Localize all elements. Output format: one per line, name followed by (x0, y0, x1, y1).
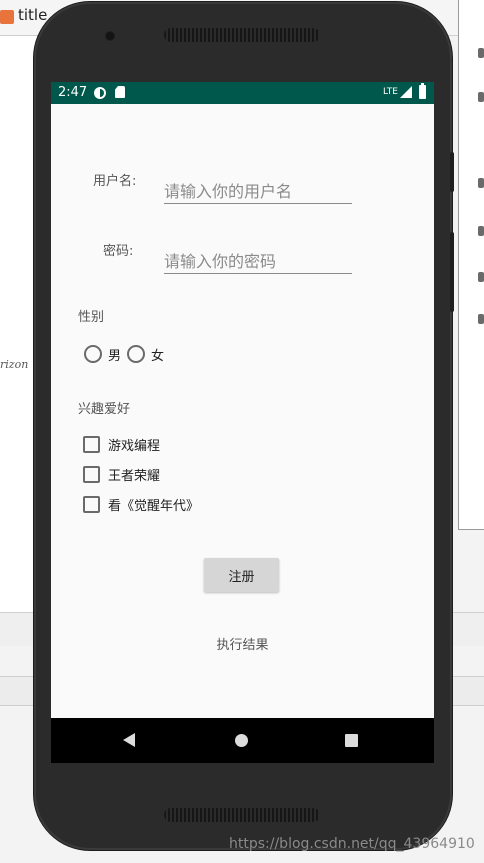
panel-icon[interactable] (478, 178, 484, 188)
password-placeholder: 请输入你的密码 (164, 252, 277, 271)
panel-icon[interactable] (478, 226, 484, 236)
bottom-speaker (164, 808, 320, 822)
desktop: title rizon 2:47 LTE 用户名: 请输入你的用户名 密码: 请… (0, 0, 484, 863)
top-speaker (164, 28, 320, 42)
gender-radio-group: 男 女 (84, 344, 170, 364)
radio-male-label[interactable]: 男 (108, 345, 121, 364)
data-saver-icon (94, 87, 106, 99)
panel-icon[interactable] (478, 314, 484, 324)
phone-screen: 2:47 LTE 用户名: 请输入你的用户名 密码: 请输入你的密码 性别 男 … (51, 82, 434, 763)
radio-female-label[interactable]: 女 (151, 345, 164, 364)
watermark: https://blog.csdn.net/qq_43964910 (229, 836, 475, 852)
register-button[interactable]: 注册 (204, 558, 279, 592)
radio-female[interactable] (127, 345, 146, 363)
home-icon[interactable] (235, 734, 248, 747)
ide-code-fragment: rizon (0, 358, 29, 371)
checkbox-box[interactable] (83, 465, 100, 483)
front-camera (106, 32, 114, 40)
checkbox-gaming-programming[interactable]: 游戏编程 (83, 435, 160, 454)
back-icon[interactable] (123, 733, 135, 747)
power-button[interactable] (450, 152, 454, 192)
signal-icon (400, 86, 412, 98)
navigation-bar (51, 718, 434, 763)
checkbox-label[interactable]: 看《觉醒年代》 (108, 495, 199, 514)
recents-icon[interactable] (345, 734, 358, 747)
status-time: 2:47 (58, 85, 88, 100)
volume-rocker[interactable] (450, 232, 454, 312)
checkbox-honor-of-kings[interactable]: 王者荣耀 (83, 465, 160, 484)
radio-male[interactable] (84, 345, 102, 363)
checkbox-label[interactable]: 王者荣耀 (108, 465, 160, 484)
ide-tab-title[interactable]: title (18, 6, 47, 24)
sd-card-icon (115, 86, 125, 98)
layout-file-icon (0, 10, 14, 24)
panel-icon[interactable] (478, 272, 484, 282)
checkbox-box[interactable] (83, 495, 100, 513)
result-text: 执行结果 (216, 638, 269, 653)
network-type: LTE (383, 87, 398, 97)
username-input[interactable]: 请输入你的用户名 (164, 180, 352, 204)
password-label: 密码: (103, 244, 134, 259)
ide-right-panel (458, 0, 484, 530)
hobby-label: 兴趣爱好 (78, 402, 131, 417)
panel-icon[interactable] (478, 48, 484, 58)
username-placeholder: 请输入你的用户名 (164, 182, 293, 201)
username-label: 用户名: (93, 174, 137, 189)
status-bar: 2:47 LTE (51, 82, 434, 104)
checkbox-watch-drama[interactable]: 看《觉醒年代》 (83, 495, 199, 514)
panel-icon[interactable] (478, 92, 484, 102)
password-input[interactable]: 请输入你的密码 (164, 250, 352, 274)
checkbox-box[interactable] (83, 435, 100, 453)
checkbox-label[interactable]: 游戏编程 (108, 435, 160, 454)
gender-label: 性别 (78, 310, 105, 325)
battery-icon (419, 83, 426, 99)
